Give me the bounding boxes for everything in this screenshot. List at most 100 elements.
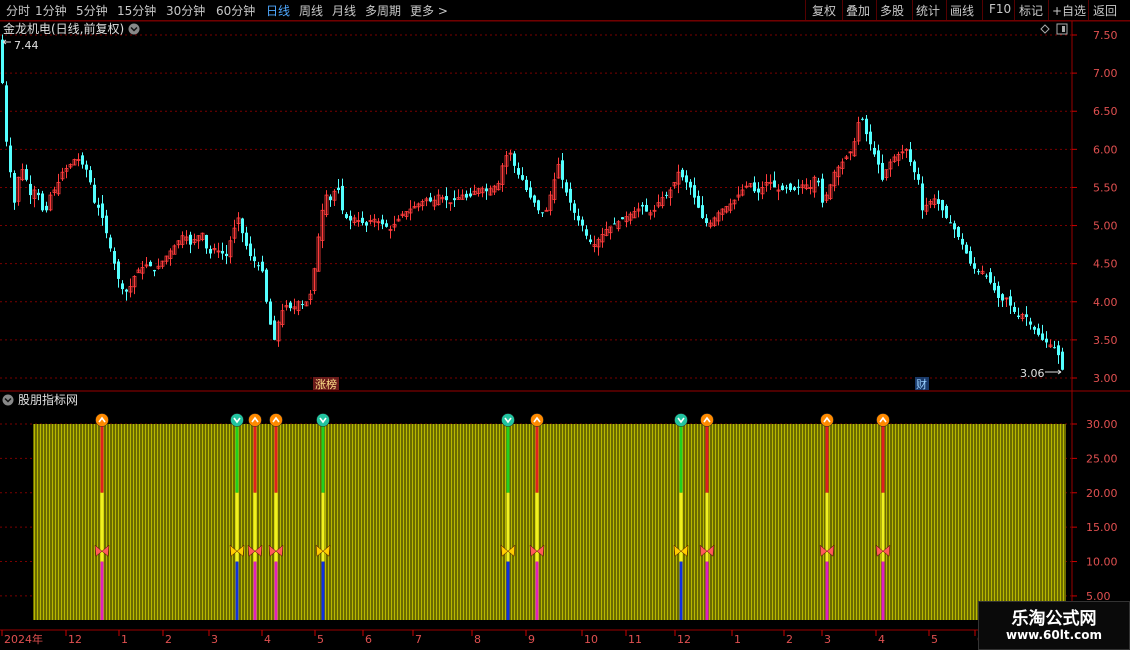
candle-body	[101, 203, 104, 218]
candle-body	[917, 174, 920, 180]
candle-body	[109, 237, 112, 249]
candle-body	[693, 185, 696, 198]
candle-body	[89, 170, 92, 183]
price-tick-label: 3.50	[1093, 334, 1118, 347]
candle-body	[149, 261, 152, 267]
candle-body	[5, 85, 8, 142]
candle-body	[261, 261, 264, 272]
candle-body	[821, 178, 824, 203]
window-toggle-icon[interactable]	[1056, 23, 1068, 35]
candle-body	[585, 229, 588, 236]
diamond-icon[interactable]	[1040, 24, 1050, 34]
candle-body	[529, 187, 532, 198]
down-chevron-icon	[674, 413, 688, 427]
indicator-tick-label: 10.00	[1086, 556, 1118, 569]
candle-body	[565, 182, 568, 193]
candle-body	[941, 200, 944, 211]
candle-body	[969, 251, 972, 264]
stock-chart[interactable]: 7.50 7.00 6.50 6.00 5.50 5.00 4.50 4.00 3.50 3.00…	[0, 0, 1130, 650]
candle-body	[9, 145, 12, 173]
indicator-tick-label: 25.00	[1086, 452, 1118, 465]
candle-body	[125, 289, 128, 292]
price-tick-label: 5.50	[1093, 181, 1118, 194]
cai-badge[interactable]: 财	[916, 377, 927, 391]
candle-body	[937, 199, 940, 204]
candle-body	[561, 160, 564, 180]
candle-body	[817, 180, 820, 183]
high-marker-arrow-icon	[2, 39, 11, 45]
time-tick-label: 2	[786, 633, 793, 646]
price-tick-label: 5.00	[1093, 220, 1118, 233]
time-tick-label: 7	[415, 633, 422, 646]
candle-body	[1001, 294, 1004, 301]
candle-body	[945, 205, 948, 218]
candle-body	[345, 214, 348, 218]
candle-body	[997, 285, 1000, 298]
indicator-collapse-icon[interactable]	[2, 394, 14, 406]
time-tick-label: 2	[165, 633, 172, 646]
time-tick-label: 10	[584, 633, 598, 646]
up-chevron-icon	[876, 413, 890, 427]
candle-body	[1033, 326, 1036, 330]
candle-body	[521, 175, 524, 180]
time-tick-label: 3	[824, 633, 831, 646]
indicator-tick-label: 30.00	[1086, 418, 1118, 431]
zhangbang-badge[interactable]: 涨榜	[315, 377, 337, 391]
candle-body	[41, 193, 44, 211]
candle-body	[205, 234, 208, 249]
candle-body	[445, 196, 448, 201]
candle-body	[645, 204, 648, 212]
candle-body	[921, 183, 924, 211]
up-chevron-icon	[248, 413, 262, 427]
candle-body	[773, 180, 776, 188]
candle-body	[1025, 314, 1028, 318]
time-axis: 2024年12123456789101112123456	[1, 630, 984, 646]
candle-body	[961, 238, 964, 245]
candle-body	[989, 272, 992, 283]
candle-body	[29, 183, 32, 196]
candle-body	[793, 187, 796, 190]
indicator-tick-label: 20.00	[1086, 487, 1118, 500]
candle-body	[1037, 328, 1040, 335]
candle-body	[117, 261, 120, 279]
candle-body	[245, 232, 248, 246]
candle-body	[949, 222, 952, 224]
candle-body	[913, 161, 916, 173]
price-tick-label: 3.00	[1093, 372, 1118, 385]
time-tick-label: 12	[68, 633, 82, 646]
candle-body	[1045, 338, 1048, 343]
candle-body	[301, 304, 304, 306]
candle-body	[533, 195, 536, 203]
candle-body	[789, 183, 792, 190]
low-price-label: 3.06	[1020, 367, 1045, 380]
candle-body	[13, 173, 16, 203]
candle-body	[429, 197, 432, 202]
candle-body	[1009, 296, 1012, 306]
price-grid	[0, 34, 1072, 379]
time-tick-label: 5	[931, 633, 938, 646]
candle-body	[45, 205, 48, 211]
candle-body	[485, 188, 488, 192]
candle-body	[385, 223, 388, 227]
candle-body	[1041, 333, 1044, 340]
chevron-down-icon[interactable]	[128, 23, 140, 35]
candle-body	[753, 182, 756, 192]
candle-body	[869, 131, 872, 145]
candle-body	[1, 39, 4, 84]
up-chevron-icon	[95, 413, 109, 427]
candle-body	[681, 169, 684, 178]
price-tick-label: 4.00	[1093, 296, 1118, 309]
candle-body	[153, 270, 156, 272]
watermark-logo: 乐淘公式网 www.60lt.com	[978, 601, 1130, 650]
candle-body	[265, 269, 268, 302]
candle-body	[225, 253, 228, 257]
indicator-bars	[33, 424, 1066, 620]
time-tick-label: 2024年	[4, 632, 43, 646]
down-chevron-icon	[316, 413, 330, 427]
candle-body	[569, 188, 572, 203]
price-tick-label: 4.50	[1093, 258, 1118, 271]
time-tick-label: 12	[677, 633, 691, 646]
candle-body	[685, 175, 688, 183]
candle-body	[785, 187, 788, 189]
time-tick-label: 11	[628, 633, 642, 646]
